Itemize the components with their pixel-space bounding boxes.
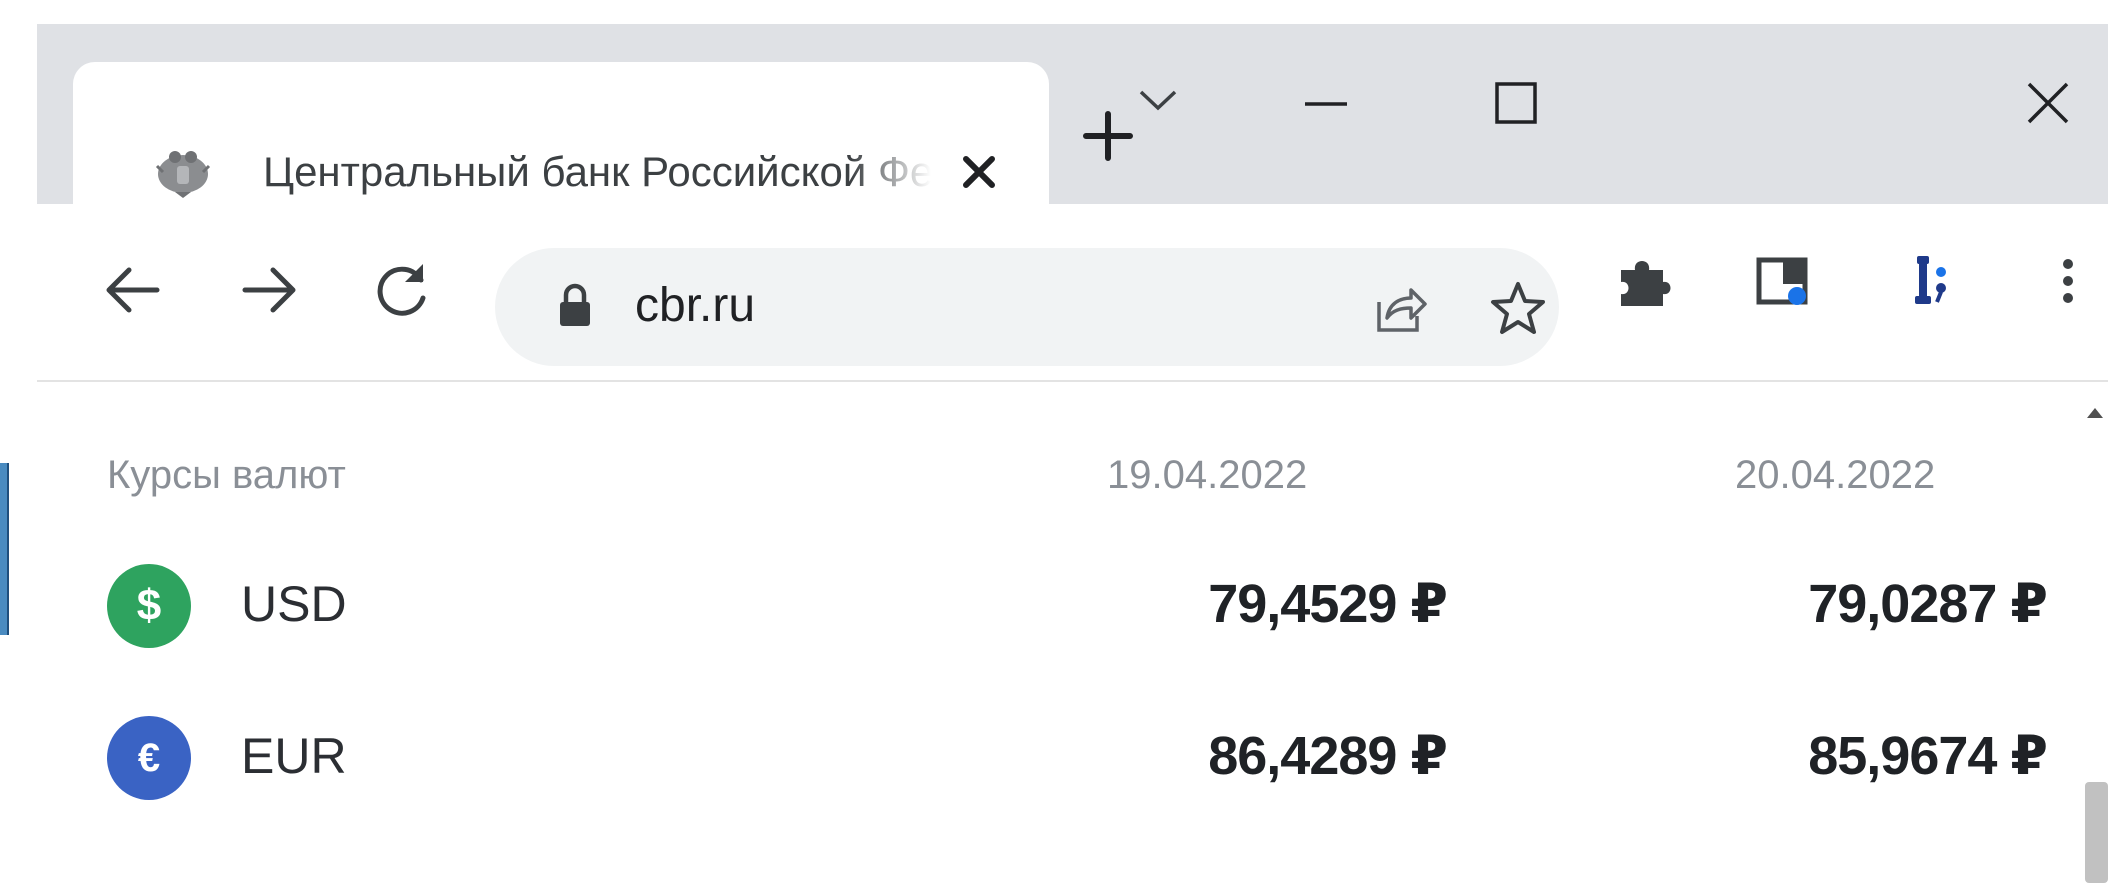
close-icon[interactable] — [953, 146, 1005, 198]
url-text[interactable]: cbr.ru — [635, 276, 755, 336]
star-icon[interactable] — [1487, 278, 1549, 340]
vertical-scrollbar[interactable] — [2077, 382, 2108, 883]
currency-symbol: $ — [136, 581, 162, 630]
minimize-icon[interactable] — [1271, 60, 1381, 140]
currency-code: USD — [241, 576, 347, 632]
extension-icon[interactable] — [1897, 248, 1963, 314]
address-bar[interactable]: cbr.ru — [495, 248, 1559, 366]
chevron-down-icon[interactable] — [1103, 60, 1213, 140]
puzzle-icon[interactable] — [1611, 248, 1677, 314]
currency-code: EUR — [241, 728, 347, 784]
rates-title: Курсы валют — [107, 453, 346, 497]
lock-icon[interactable] — [555, 282, 595, 328]
rate-value-date1: 86,4289 ₽ — [1208, 726, 1448, 786]
euro-icon: € — [107, 716, 191, 800]
maximize-icon[interactable] — [1461, 60, 1571, 140]
share-icon[interactable] — [1369, 278, 1431, 340]
desktop-background-left — [0, 0, 37, 883]
tab-title: Центральный банк Российской Федерации — [263, 148, 931, 195]
arrow-right-icon[interactable] — [233, 254, 305, 326]
rate-value-date1: 79,4529 ₽ — [1208, 574, 1448, 634]
browser-window: Центральный банк Российской Федерации — [37, 24, 2108, 883]
kebab-menu-icon[interactable] — [2035, 248, 2101, 314]
arrow-left-icon[interactable] — [97, 254, 169, 326]
tab-strip: Центральный банк Российской Федерации — [37, 24, 2108, 230]
cbr-eagle-icon — [155, 151, 211, 198]
currency-symbol: € — [137, 736, 161, 780]
page-content: Курсы валют 19.04.2022 20.04.2022 $ USD … — [37, 382, 2108, 883]
currency-row-eur: € EUR 86,4289 ₽ 85,9674 ₽ — [37, 710, 2077, 802]
date-column-1: 19.04.2022 — [1107, 453, 1308, 497]
dollar-icon: $ — [107, 564, 191, 648]
rate-value-date2: 85,9674 ₽ — [1808, 726, 2048, 786]
scrollbar-thumb[interactable] — [2085, 782, 2108, 883]
side-panel-icon[interactable] — [1749, 248, 1815, 314]
currency-row-usd: $ USD 79,4529 ₽ 79,0287 ₽ — [37, 558, 2077, 650]
scroll-up-arrow-icon[interactable] — [2083, 404, 2107, 420]
rate-value-date2: 79,0287 ₽ — [1808, 574, 2048, 634]
reload-icon[interactable] — [365, 254, 437, 326]
desktop-background — [0, 0, 2108, 24]
background-window-edge — [0, 463, 9, 635]
browser-toolbar: cbr.ru — [37, 204, 2108, 382]
date-column-2: 20.04.2022 — [1735, 453, 1936, 497]
close-icon[interactable] — [1993, 60, 2103, 140]
